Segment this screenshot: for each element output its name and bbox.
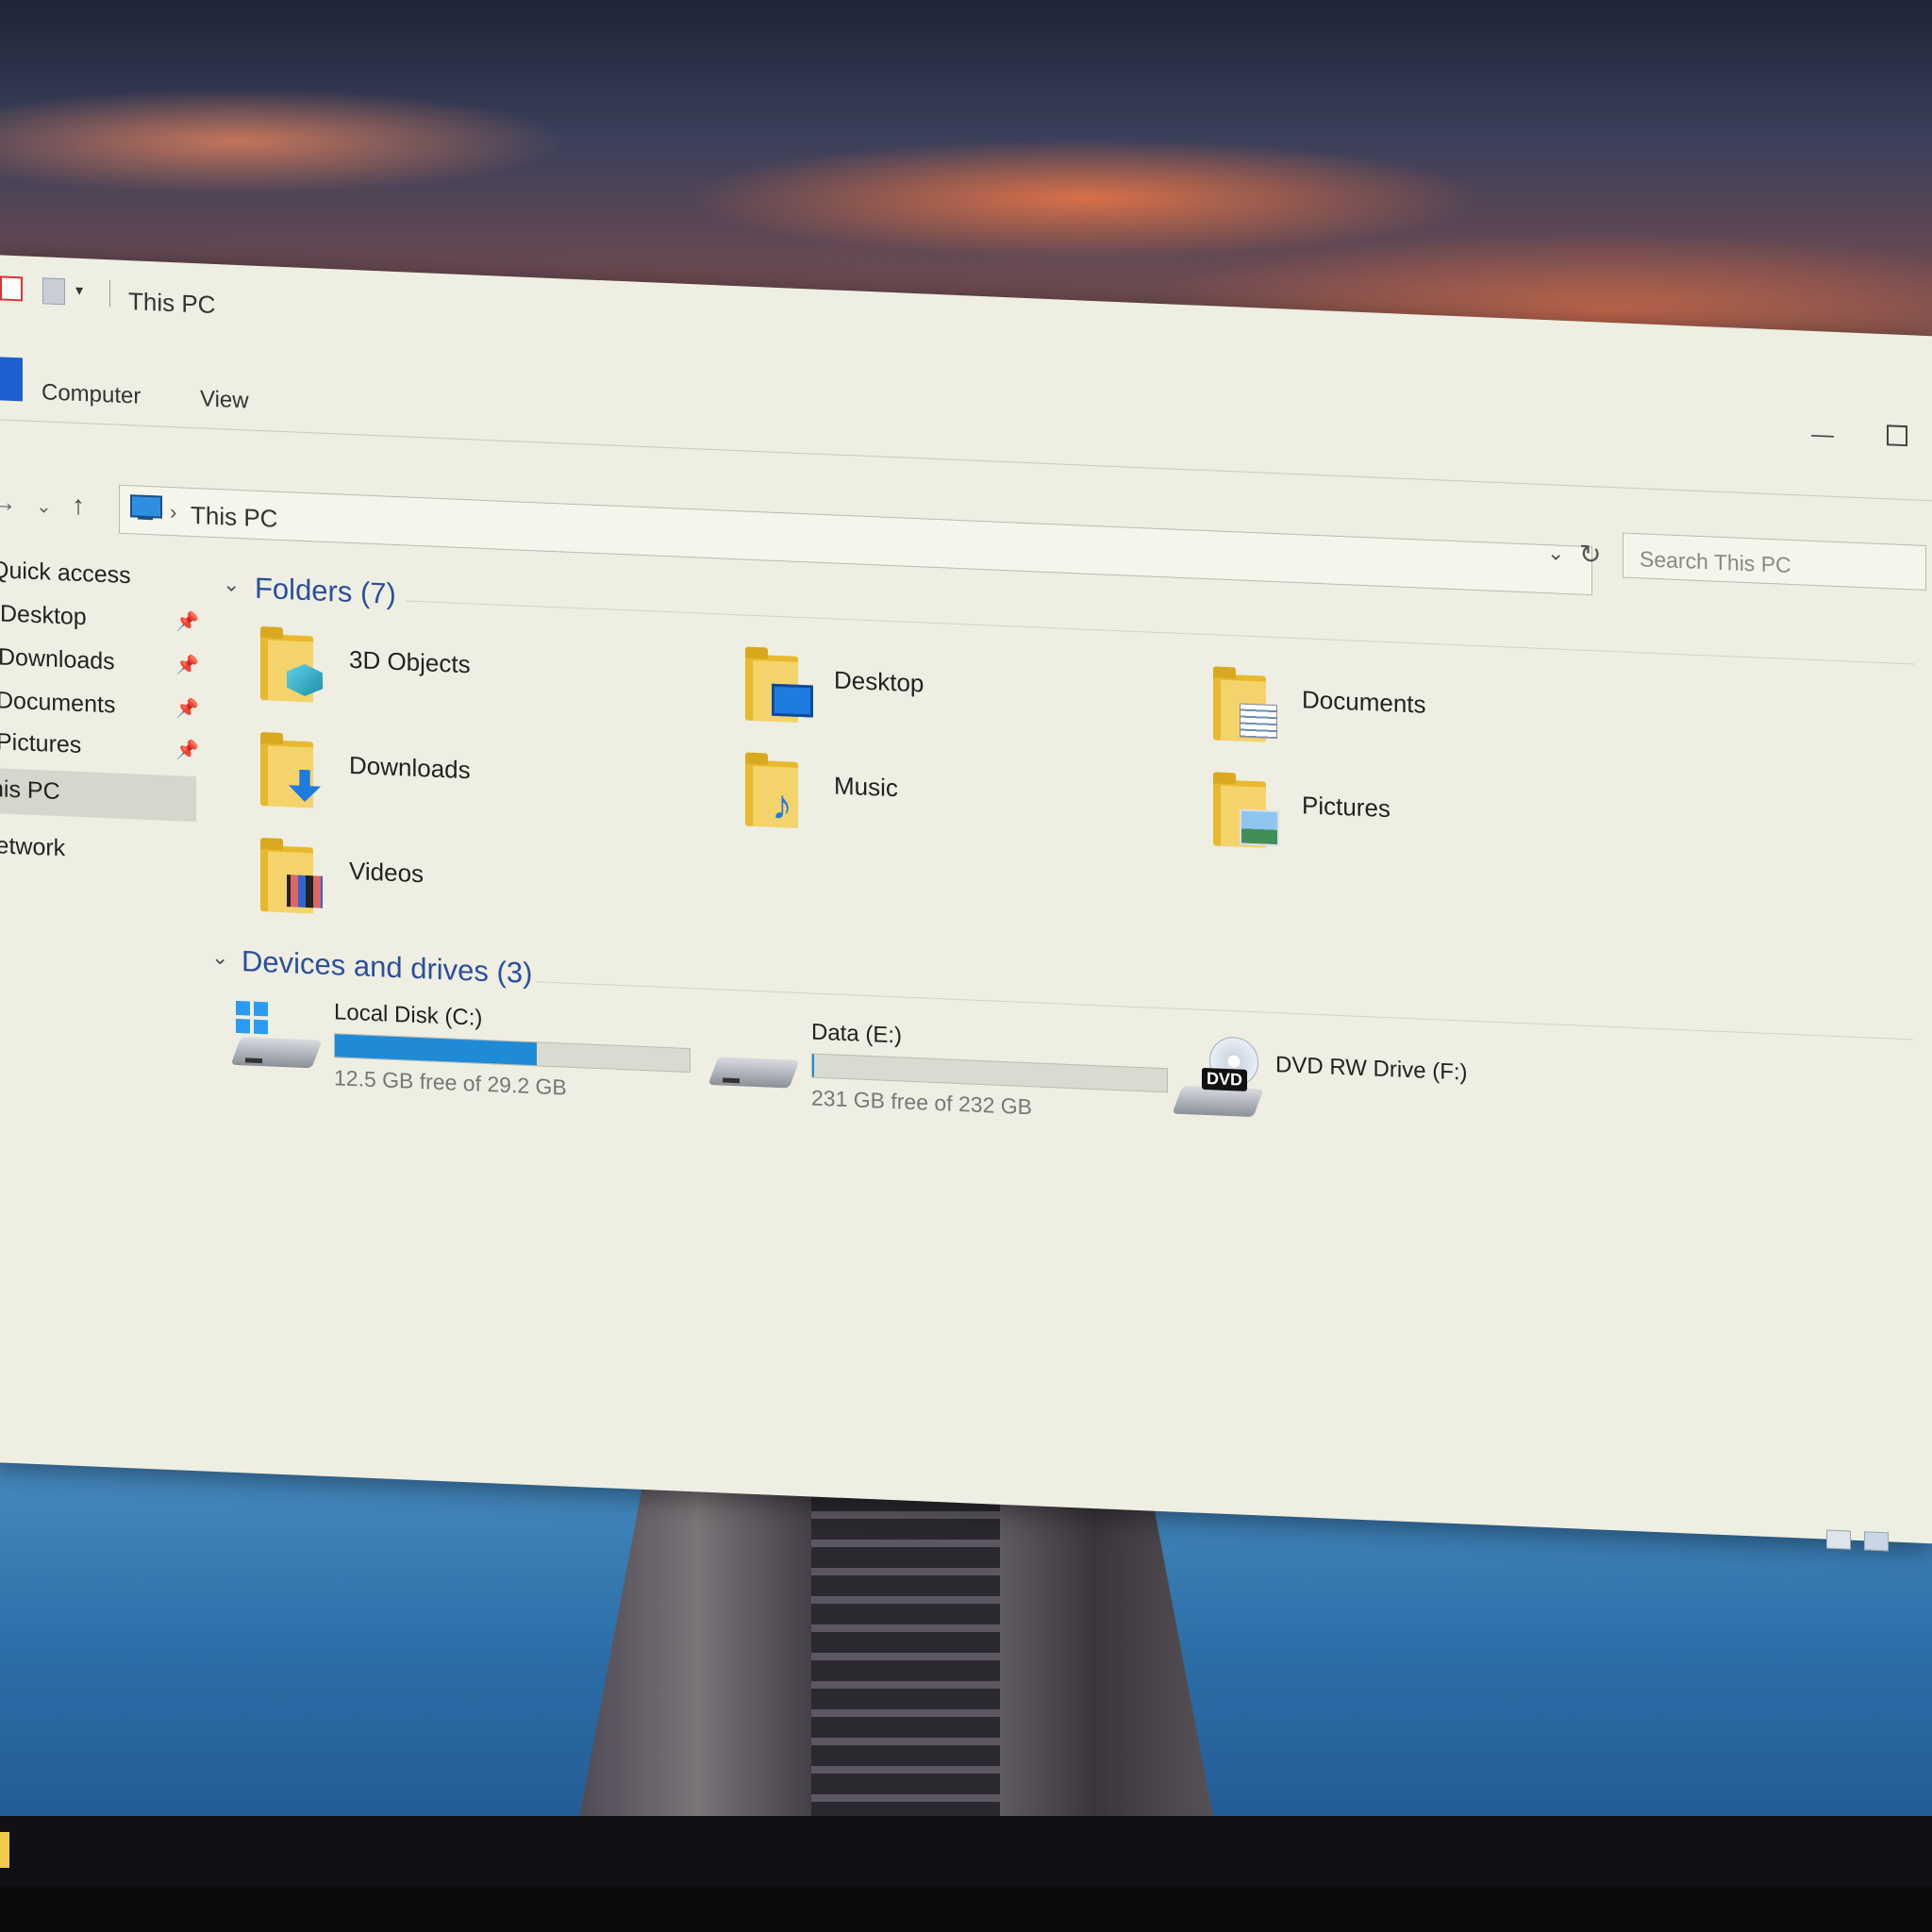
details-view-icon[interactable] — [1826, 1529, 1851, 1550]
large-icons-view-icon[interactable] — [1864, 1531, 1889, 1552]
folder-icon — [260, 731, 321, 808]
properties-icon[interactable] — [0, 275, 23, 302]
drive-tile-f[interactable]: DVD DVD RW Drive (F:) — [1172, 1035, 1668, 1159]
nav-quick-access[interactable]: Quick access — [0, 557, 131, 590]
monitor-bezel — [0, 1887, 1932, 1932]
folder-label: Desktop — [834, 665, 924, 698]
pin-icon[interactable]: 📌 — [175, 609, 199, 634]
folder-label: Videos — [349, 856, 425, 889]
film-strip-icon — [287, 874, 323, 908]
folder-label: 3D Objects — [349, 644, 471, 679]
nav-item-this-pc[interactable]: his PC — [0, 775, 60, 806]
pictures-icon — [1240, 808, 1279, 847]
nav-item-downloads[interactable]: Downloads — [0, 643, 115, 675]
drives-group-header[interactable]: Devices and drives (3) — [242, 944, 532, 991]
drive-led — [723, 1077, 740, 1084]
drive-usage-fill — [335, 1034, 538, 1066]
navigation-pane: Quick access Desktop 📌 Downloads 📌 Docum… — [0, 425, 199, 1471]
folder-tile-music[interactable]: ♪ Music — [745, 752, 1160, 851]
dvd-label: DVD — [1202, 1067, 1248, 1091]
pin-icon[interactable]: 📌 — [175, 738, 199, 762]
folder-label: Pictures — [1302, 791, 1391, 824]
taskbar — [0, 1816, 1932, 1887]
pin-icon[interactable]: 📌 — [175, 696, 199, 721]
new-folder-icon[interactable] — [42, 277, 65, 306]
nav-item-documents[interactable]: Documents — [0, 687, 115, 719]
windows-drive-icon — [230, 1037, 323, 1069]
file-explorer-window: ▾ This PC — Computer View → ⌄ ↑ › This P… — [0, 255, 1932, 1552]
folder-tile-downloads[interactable]: Downloads — [260, 731, 675, 830]
drive-name: Data (E:) — [811, 1019, 903, 1049]
music-note-icon: ♪ — [772, 781, 792, 829]
drive-name: Local Disk (C:) — [334, 999, 483, 1031]
quick-access-toolbar-dropdown-icon[interactable]: ▾ — [75, 281, 83, 300]
folder-label: Downloads — [349, 750, 471, 785]
folders-group-header[interactable]: Folders (7) — [255, 572, 396, 611]
nav-item-network[interactable]: letwork — [0, 832, 65, 862]
folder-tile-3d-objects[interactable]: 3D Objects — [260, 625, 675, 724]
folder-tile-desktop[interactable]: Desktop — [745, 646, 1160, 745]
content-pane: ⌄ Folders (7) 3D Objects Desktop Documen… — [208, 443, 1924, 1534]
documents-icon — [1240, 703, 1277, 740]
folder-tile-documents[interactable]: Documents — [1213, 666, 1628, 764]
drive-free-space: 12.5 GB free of 29.2 GB — [334, 1065, 567, 1100]
drive-name: DVD RW Drive (F:) — [1275, 1052, 1468, 1086]
folder-tile-pictures[interactable]: Pictures — [1213, 772, 1628, 870]
desktop-icon — [772, 683, 813, 718]
dvd-drive-icon — [1172, 1085, 1264, 1118]
pin-icon[interactable]: 📌 — [175, 653, 199, 677]
folder-tile-videos[interactable]: Videos — [260, 837, 675, 936]
drive-usage-fill — [812, 1054, 814, 1077]
folder-label: Music — [834, 771, 898, 803]
taskbar-app-icon[interactable] — [0, 1832, 9, 1868]
drive-tile-e[interactable]: Data (E:) 231 GB free of 232 GB — [708, 1015, 1204, 1140]
folder-label: Documents — [1302, 685, 1426, 719]
nav-item-desktop[interactable]: Desktop — [0, 600, 87, 631]
toolbar-separator — [109, 280, 110, 308]
collapse-chevron-icon[interactable]: ⌄ — [223, 572, 240, 597]
collapse-chevron-icon[interactable]: ⌄ — [211, 945, 228, 971]
windows-logo-icon — [236, 1000, 268, 1035]
drive-free-space: 231 GB free of 232 GB — [811, 1085, 1032, 1120]
drive-led — [245, 1058, 262, 1064]
drive-tile-c[interactable]: Local Disk (C:) 12.5 GB free of 29.2 GB — [230, 995, 726, 1120]
hard-drive-icon — [708, 1057, 800, 1089]
nav-item-pictures[interactable]: Pictures — [0, 728, 81, 759]
